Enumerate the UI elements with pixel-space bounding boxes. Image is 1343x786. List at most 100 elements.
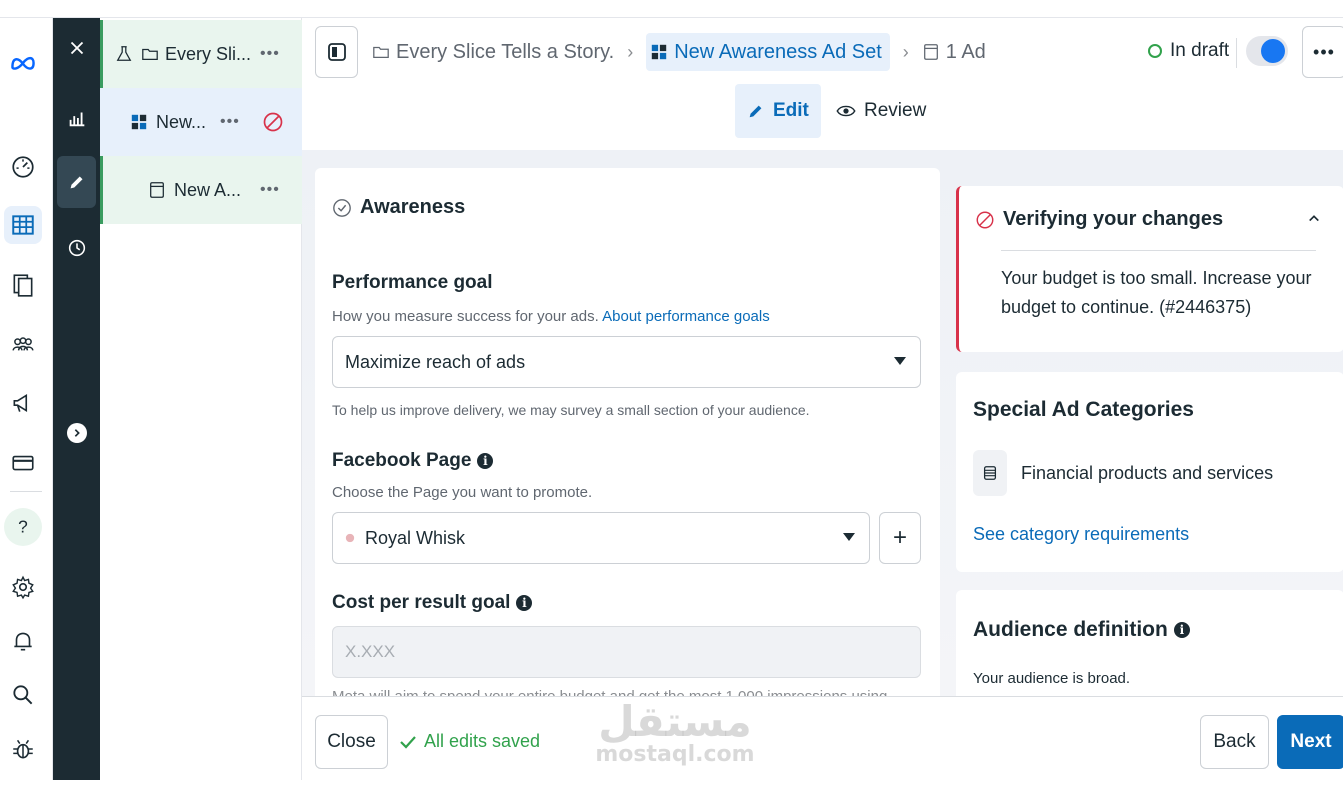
campaign-tree: Every Sli... ••• New... ••• New A... •••: [100, 18, 302, 780]
about-performance-goals-link[interactable]: About performance goals: [602, 308, 770, 325]
section-title: Awareness: [332, 196, 465, 219]
info-icon[interactable]: i: [516, 595, 533, 611]
pages-icon[interactable]: [4, 266, 42, 304]
check-icon: [398, 732, 418, 752]
editor-content: Awareness Performance goal How you measu…: [302, 150, 1343, 696]
audience-title-label: Audience definition: [973, 618, 1168, 641]
toggle-sidebar-button[interactable]: [315, 26, 358, 78]
breadcrumb-ad[interactable]: 1 Ad: [922, 41, 986, 64]
billing-card-icon[interactable]: [4, 444, 42, 482]
facebook-page-value: Royal Whisk: [365, 527, 466, 548]
chevron-right-icon: ›: [902, 41, 909, 62]
tab-edit[interactable]: Edit: [735, 84, 821, 138]
folder-icon: [141, 45, 159, 63]
cost-goal-input[interactable]: X.XXX: [332, 626, 921, 678]
pencil-icon: [747, 102, 765, 120]
history-clock-icon[interactable]: [57, 222, 96, 274]
tab-review-label: Review: [864, 100, 927, 121]
performance-goal-select[interactable]: Maximize reach of ads: [332, 336, 921, 388]
adset-label: New...: [156, 111, 207, 132]
adset-more-icon[interactable]: •••: [220, 113, 240, 131]
performance-goal-help: How you measure success for your ads. Ab…: [332, 308, 770, 325]
close-button[interactable]: Close: [315, 715, 388, 769]
verify-title: Verifying your changes: [975, 208, 1223, 231]
special-ad-categories-card: Special Ad Categories Financial products…: [956, 372, 1343, 572]
save-status: All edits saved: [398, 731, 540, 752]
header-divider: [1236, 38, 1237, 68]
save-status-label: All edits saved: [424, 731, 541, 751]
megaphone-icon[interactable]: [4, 384, 42, 422]
performance-goal-help-text: How you measure success for your ads.: [332, 308, 599, 325]
check-circle-icon: [332, 198, 352, 218]
tree-item-campaign[interactable]: Every Sli... •••: [100, 20, 302, 88]
tree-item-ad[interactable]: New A... •••: [100, 156, 302, 224]
bug-report-icon[interactable]: [4, 730, 42, 768]
adset-form-card: Awareness Performance goal How you measu…: [315, 168, 940, 696]
settings-gear-icon[interactable]: [4, 568, 42, 606]
cost-goal-note: Meta will aim to spend your entire budge…: [332, 688, 900, 696]
audiences-people-icon[interactable]: [4, 326, 42, 364]
publish-toggle[interactable]: [1246, 36, 1288, 66]
ad-frame-icon: [922, 43, 940, 61]
tab-review[interactable]: Review: [824, 84, 938, 138]
ad-label: New A...: [174, 179, 242, 200]
ad-frame-icon: [148, 181, 166, 199]
page-avatar-icon: [345, 533, 355, 543]
more-options-button[interactable]: •••: [1302, 26, 1343, 78]
meta-logo-icon[interactable]: [4, 44, 42, 82]
category-requirements-link[interactable]: See category requirements: [973, 524, 1189, 545]
cost-goal-label-text: Cost per result goal: [332, 592, 511, 613]
error-blocked-icon: [262, 111, 284, 133]
breadcrumb-adset-label: New Awareness Ad Set: [674, 40, 882, 63]
rail-divider: [10, 491, 42, 492]
collapse-chevron-up-icon[interactable]: [1308, 210, 1320, 228]
performance-goal-label: Performance goal: [332, 272, 493, 293]
main-nav-rail: ?: [0, 18, 53, 780]
breadcrumb-campaign[interactable]: Every Slice Tells a Story.: [372, 41, 614, 64]
ads-manager-table-icon[interactable]: [4, 206, 42, 244]
flask-icon: [115, 45, 133, 63]
performance-goal-value: Maximize reach of ads: [345, 351, 526, 372]
tree-item-adset[interactable]: New... •••: [100, 88, 302, 156]
edit-pencil-icon[interactable]: [57, 156, 96, 208]
adset-grid-icon: [650, 43, 668, 61]
facebook-page-label-text: Facebook Page: [332, 450, 472, 471]
help-question-icon[interactable]: ?: [4, 508, 42, 546]
facebook-page-select[interactable]: Royal Whisk: [332, 512, 870, 564]
audience-title: Audience definition i: [973, 618, 1190, 642]
info-icon[interactable]: i: [1173, 622, 1190, 638]
folder-icon: [372, 43, 390, 61]
breadcrumb: Every Slice Tells a Story. › New Awarene…: [372, 33, 986, 71]
ad-more-icon[interactable]: •••: [260, 181, 280, 199]
campaign-more-icon[interactable]: •••: [260, 45, 280, 63]
next-button[interactable]: Next: [1277, 715, 1343, 769]
info-icon[interactable]: i: [477, 453, 494, 469]
close-panel-icon[interactable]: [57, 22, 96, 74]
notifications-bell-icon[interactable]: [4, 622, 42, 660]
verify-changes-card: Verifying your changes Your budget is to…: [956, 186, 1343, 352]
adset-grid-icon: [130, 113, 148, 131]
back-button[interactable]: Back: [1200, 715, 1269, 769]
toggle-knob: [1261, 39, 1285, 63]
breadcrumb-ad-label: 1 Ad: [945, 40, 986, 63]
expand-chevron-icon[interactable]: [67, 423, 87, 443]
audience-definition-card: Audience definition i Your audience is b…: [956, 590, 1343, 696]
search-icon[interactable]: [4, 676, 42, 714]
chevron-right-icon: ›: [627, 41, 634, 62]
editor-header: Every Slice Tells a Story. › New Awarene…: [302, 18, 1343, 150]
verify-message: Your budget is too small. Increase your …: [1001, 268, 1312, 317]
reporting-bars-icon[interactable]: [57, 92, 96, 144]
draft-status-icon: [1148, 44, 1162, 58]
campaign-label: Every Sli...: [165, 43, 252, 64]
dashboard-gauge-icon[interactable]: [4, 148, 42, 186]
caret-down-icon: [894, 357, 906, 365]
verify-title-label: Verifying your changes: [1003, 208, 1224, 230]
add-page-button[interactable]: +: [879, 512, 921, 564]
eye-icon: [836, 104, 856, 118]
status-badge: In draft: [1148, 40, 1229, 62]
breadcrumb-adset[interactable]: New Awareness Ad Set: [646, 33, 890, 71]
facebook-page-help: Choose the Page you want to promote.: [332, 484, 593, 501]
survey-note: To help us improve delivery, we may surv…: [332, 402, 810, 418]
error-blocked-icon: [975, 210, 995, 230]
svg-text:?: ?: [18, 516, 28, 536]
